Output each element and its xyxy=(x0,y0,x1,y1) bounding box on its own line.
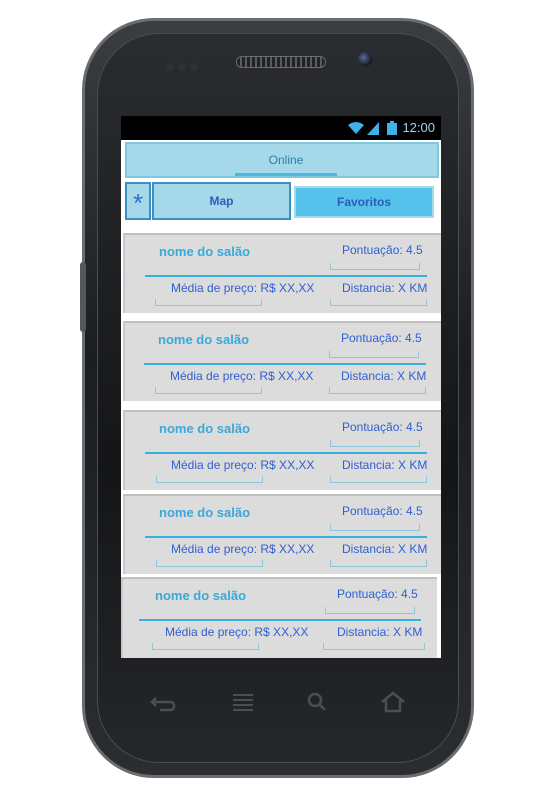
salon-distance: Distancia: X KM xyxy=(337,625,423,639)
salon-name: nome do salão xyxy=(159,421,251,436)
card-divider xyxy=(139,619,421,621)
status-time: 12:00 xyxy=(402,120,435,135)
wifi-icon xyxy=(348,122,364,134)
card-divider xyxy=(145,452,427,454)
app-screen: 12:00 Online * Map Favoritos nome do sal… xyxy=(121,116,441,658)
salon-card[interactable]: nome do salão Pontuação: 4.5 Média de pr… xyxy=(123,494,441,574)
status-bar: 12:00 xyxy=(121,116,441,140)
signal-icon xyxy=(367,122,379,135)
price-underline xyxy=(155,299,262,306)
distance-underline xyxy=(330,476,427,483)
score-underline xyxy=(325,607,415,614)
tab-online[interactable]: Online xyxy=(235,144,337,176)
favoritos-button[interactable]: Favoritos xyxy=(294,186,434,218)
salon-card[interactable]: nome do salão Pontuação: 4.5 Média de pr… xyxy=(123,233,441,313)
search-icon[interactable] xyxy=(302,688,332,716)
score-underline xyxy=(329,351,419,358)
salon-price: Média de preço: R$ XX,XX xyxy=(165,625,309,639)
map-button[interactable]: Map xyxy=(152,182,291,220)
salon-score: Pontuação: 4.5 xyxy=(342,420,423,434)
price-underline xyxy=(155,387,262,394)
salon-price: Média de preço: R$ XX,XX xyxy=(171,281,315,295)
star-button[interactable]: * xyxy=(125,182,151,220)
distance-underline xyxy=(329,387,426,394)
salon-distance: Distancia: X KM xyxy=(342,542,428,556)
salon-name: nome do salão xyxy=(155,588,247,603)
salon-card[interactable]: nome do salão Pontuação: 4.5 Média de pr… xyxy=(123,321,441,401)
salon-price: Média de preço: R$ XX,XX xyxy=(171,458,315,472)
distance-underline xyxy=(330,560,427,567)
top-tab-bar: Online xyxy=(125,142,439,178)
sensor-dots xyxy=(166,58,202,71)
battery-icon xyxy=(387,121,397,135)
front-camera-icon xyxy=(358,52,372,66)
menu-icon[interactable] xyxy=(228,688,258,716)
salon-name: nome do salão xyxy=(158,332,250,347)
earpiece-speaker xyxy=(236,56,326,68)
distance-underline xyxy=(330,299,427,306)
salon-distance: Distancia: X KM xyxy=(342,458,428,472)
salon-score: Pontuação: 4.5 xyxy=(342,243,423,257)
salon-name: nome do salão xyxy=(159,244,251,259)
salon-distance: Distancia: X KM xyxy=(342,281,428,295)
home-icon[interactable] xyxy=(378,688,408,716)
hardware-nav-keys xyxy=(140,688,410,716)
salon-name: nome do salão xyxy=(159,505,251,520)
salon-distance: Distancia: X KM xyxy=(341,369,427,383)
card-divider xyxy=(144,363,426,365)
salon-score: Pontuação: 4.5 xyxy=(337,587,418,601)
card-divider xyxy=(145,275,427,277)
score-underline xyxy=(330,440,420,447)
back-icon[interactable] xyxy=(148,688,178,716)
price-underline xyxy=(156,476,263,483)
price-underline xyxy=(152,643,259,650)
score-underline xyxy=(330,524,420,531)
salon-price: Média de preço: R$ XX,XX xyxy=(171,542,315,556)
salon-price: Média de preço: R$ XX,XX xyxy=(170,369,314,383)
score-underline xyxy=(330,263,420,270)
salon-card[interactable]: nome do salão Pontuação: 4.5 Média de pr… xyxy=(121,577,437,658)
salon-score: Pontuação: 4.5 xyxy=(341,331,422,345)
price-underline xyxy=(156,560,263,567)
phone-side-button xyxy=(80,262,86,332)
salon-card[interactable]: nome do salão Pontuação: 4.5 Média de pr… xyxy=(123,410,441,490)
card-divider xyxy=(145,536,427,538)
distance-underline xyxy=(323,643,425,650)
salon-score: Pontuação: 4.5 xyxy=(342,504,423,518)
